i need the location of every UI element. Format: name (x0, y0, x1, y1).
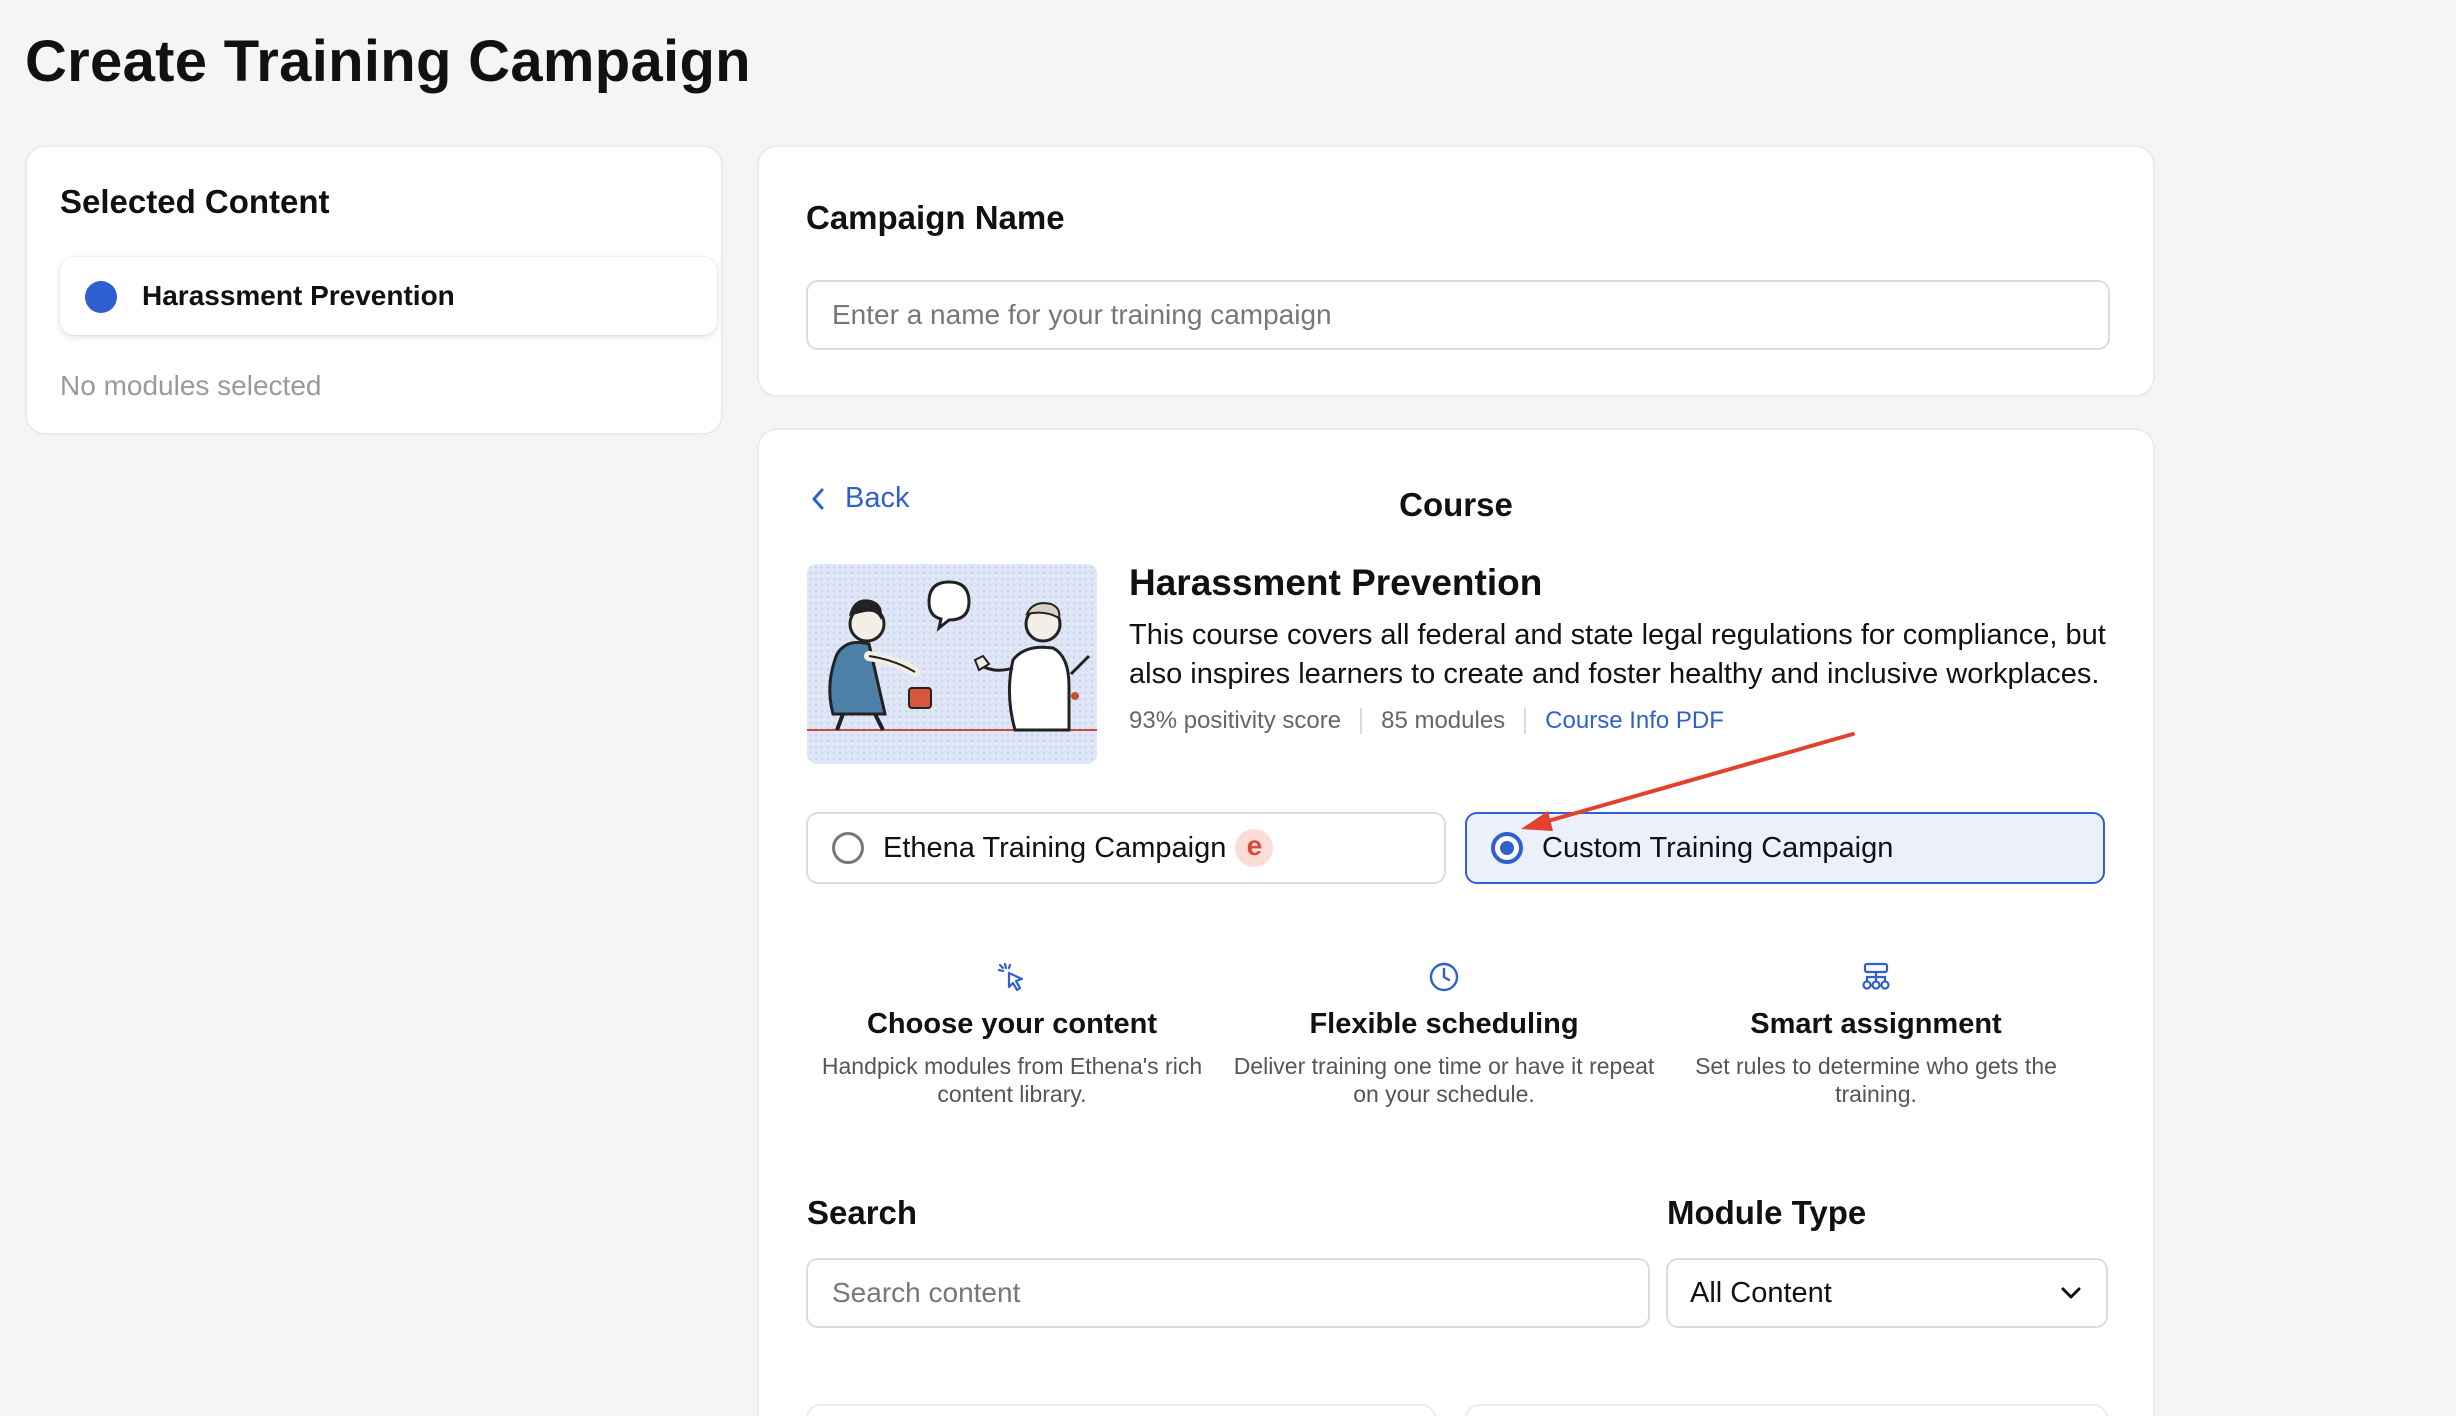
course-illustration (807, 564, 1097, 764)
course-title: Harassment Prevention (1129, 562, 1543, 603)
custom-campaign-option[interactable]: Custom Training Campaign (1465, 812, 2105, 884)
feature-smart-assignment: Smart assignment Set rules to determine … (1661, 960, 2091, 1108)
feature-flexible-scheduling: Flexible scheduling Deliver training one… (1229, 960, 1659, 1108)
content-tile[interactable] (806, 1404, 1436, 1416)
feature-description: Deliver training one time or have it rep… (1233, 1053, 1655, 1107)
course-description: This course covers all federal and state… (1129, 619, 2106, 690)
radio-selected[interactable] (1491, 832, 1523, 864)
feature-description: Handpick modules from Ethena's rich cont… (821, 1053, 1203, 1107)
campaign-name-label: Campaign Name (806, 199, 1065, 236)
meta-divider (1524, 708, 1527, 734)
search-label: Search (807, 1194, 918, 1231)
module-type-select[interactable]: All Content (1666, 1258, 2108, 1328)
radio-unselected[interactable] (832, 832, 864, 864)
selected-course-item[interactable]: Harassment Prevention (60, 257, 717, 335)
course-heading: Course (1399, 486, 1513, 523)
search-input[interactable] (806, 1258, 1650, 1328)
selected-course-label: Harassment Prevention (142, 280, 455, 311)
ethena-campaign-option[interactable]: Ethena Training Campaign e (806, 812, 1446, 884)
module-type-value: All Content (1690, 1276, 1832, 1309)
feature-title: Choose your content (866, 1008, 1157, 1040)
feature-description: Set rules to determine who gets the trai… (1695, 1053, 2057, 1107)
campaign-name-input[interactable] (806, 280, 2110, 350)
feature-title: Smart assignment (1750, 1008, 2002, 1040)
feature-title: Flexible scheduling (1309, 1008, 1579, 1040)
ethena-logo-icon: e (1235, 829, 1274, 867)
campaign-name-panel: Campaign Name (757, 145, 2155, 397)
ethena-campaign-label: Ethena Training Campaign (883, 831, 1227, 864)
module-count: 85 modules (1381, 707, 1506, 734)
course-meta: 93% positivity score 85 modules Course I… (1129, 707, 1724, 735)
page: Create Training Campaign Selected Conten… (0, 0, 2456, 1416)
course-panel: Back Course Harassment Prevention This c… (757, 428, 2155, 1416)
module-type-label: Module Type (1667, 1194, 1867, 1231)
clock-icon (1429, 962, 1459, 992)
cursor-click-icon (997, 962, 1024, 992)
meta-divider (1360, 708, 1363, 734)
feature-choose-content: Choose your content Handpick modules fro… (797, 960, 1227, 1108)
selected-content-title: Selected Content (60, 183, 330, 220)
custom-campaign-label: Custom Training Campaign (1542, 831, 1894, 864)
content-tile[interactable] (1465, 1404, 2108, 1416)
hierarchy-icon (1862, 962, 1890, 990)
no-modules-text: No modules selected (60, 370, 322, 401)
chevron-down-icon (2061, 1287, 2081, 1299)
selected-content-panel: Selected Content Harassment Prevention N… (25, 145, 723, 435)
positivity-score: 93% positivity score (1129, 707, 1342, 734)
course-info-pdf-link[interactable]: Course Info PDF (1545, 707, 1724, 735)
page-title: Create Training Campaign (25, 29, 751, 94)
course-color-dot (85, 281, 117, 313)
